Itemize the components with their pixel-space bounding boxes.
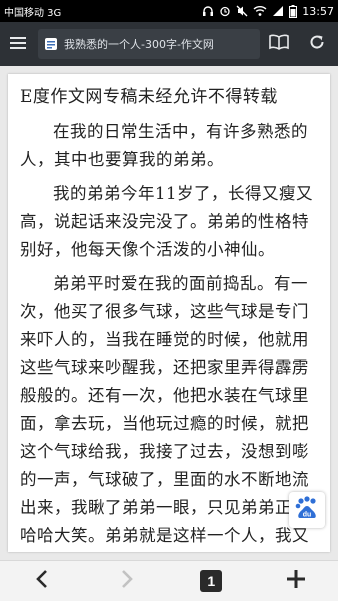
bottom-nav: 1 [0,560,338,601]
status-bar: 中国移动 3G 13:57 [0,0,338,22]
baidu-badge-label: du [303,512,312,519]
article-title: E度作文网专稿未经允许不得转载 [20,87,278,107]
browser-toolbar: 我熟悉的一个人-300字-作文网 [0,22,338,66]
chevron-right-icon [120,569,134,593]
tab-count: 1 [200,570,223,592]
refresh-icon [309,34,325,54]
article-paragraph: 弟弟平时爱在我的面前捣乱。有一次，他买了很多气球，这些气球是专门来吓人的，当我在… [20,274,309,545]
alarm-icon [219,5,231,17]
chevron-left-icon [35,569,49,593]
battery-icon [289,4,298,18]
article-card: E度作文网专稿未经允许不得转载 在我的日常生活中，有许多熟悉的人，其中也要算我的… [8,74,330,552]
page-title-text: 我熟悉的一个人-300字-作文网 [64,38,214,51]
signal-icon [272,5,284,17]
wifi-icon [253,5,267,17]
new-tab-button[interactable] [271,561,321,601]
article-paragraph: 在我的日常生活中，有许多熟悉的人，其中也要算我的弟弟。 [20,122,308,169]
page-content: E度作文网专稿未经允许不得转载 在我的日常生活中，有许多熟悉的人，其中也要算我的… [0,66,338,560]
baidu-button[interactable]: du [289,492,325,528]
article-paragraph: 我的弟弟今年11岁了，长得又瘦又高，说起话来没完没了。弟弟的性格特别好，他每天像… [20,184,313,259]
page-icon [44,37,58,51]
address-bar[interactable]: 我熟悉的一个人-300字-作文网 [38,29,260,59]
clock-time: 13:57 [302,4,334,18]
book-icon [269,34,289,54]
forward-button[interactable] [102,561,152,601]
back-button[interactable] [17,561,67,601]
mute-icon [236,5,248,17]
reader-mode-button[interactable] [260,22,298,66]
headset-icon [202,5,214,17]
tabs-button[interactable]: 1 [186,561,236,601]
baidu-paw-icon: du [293,494,321,526]
carrier-label: 中国移动 3G [4,7,62,19]
plus-icon [286,569,306,593]
hamburger-icon [10,35,26,54]
refresh-button[interactable] [298,22,336,66]
menu-button[interactable] [0,22,36,66]
